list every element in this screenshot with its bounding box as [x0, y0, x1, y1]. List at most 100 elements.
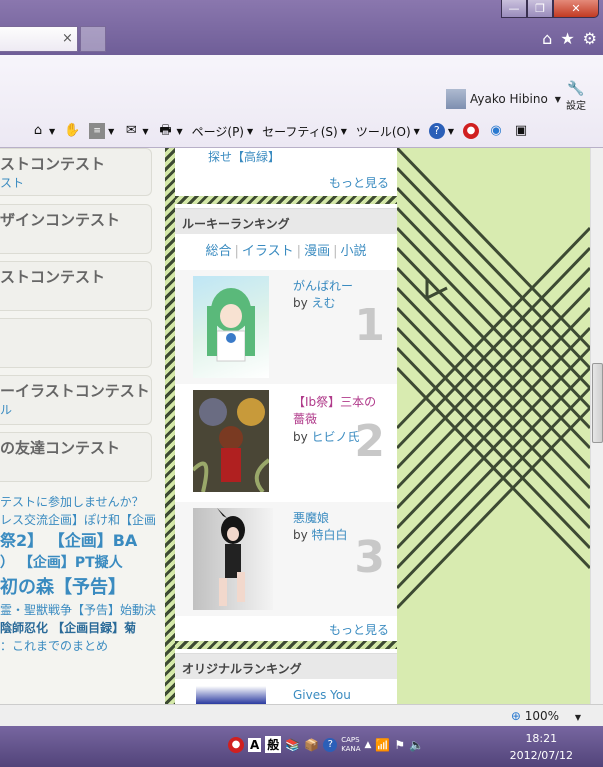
date: 2012/07/12: [509, 748, 573, 762]
volume-icon[interactable]: 🔈: [409, 738, 424, 752]
more-link[interactable]: もっと見る: [175, 621, 389, 638]
contest-title[interactable]: ザインコンテスト: [0, 209, 151, 230]
artwork-thumbnail[interactable]: [191, 390, 271, 494]
vertical-scrollbar[interactable]: [590, 148, 603, 704]
contest-title[interactable]: ーイラストコンテスト: [0, 380, 151, 401]
addon-button-3[interactable]: ▣: [513, 123, 529, 139]
browser-actions: ⌂ ★ ⚙: [542, 29, 597, 48]
by-label: by: [293, 296, 308, 311]
pan-button[interactable]: ✋: [64, 123, 80, 139]
home-icon: ⌂: [33, 123, 43, 138]
home-icon[interactable]: ⌂: [542, 29, 552, 48]
addon-button-2[interactable]: ◉: [488, 123, 504, 139]
user-menu[interactable]: Ayako Hibino ▼: [446, 89, 561, 109]
artwork-thumbnail[interactable]: [196, 686, 266, 704]
ime-mode[interactable]: 般: [265, 736, 282, 753]
more-link[interactable]: もっと見る: [175, 174, 389, 191]
author-link[interactable]: 特白白: [312, 528, 348, 542]
help-icon[interactable]: ?: [323, 737, 338, 752]
contest-title[interactable]: ストコンテスト: [0, 153, 151, 174]
addon-red-icon: ●: [462, 123, 479, 139]
contest-card[interactable]: ーイラストコンテスト ル: [0, 375, 152, 425]
tab-close-icon[interactable]: ×: [62, 31, 73, 46]
background-pattern: [395, 148, 590, 704]
caps-kana-indicator: CAPS KANA: [341, 736, 361, 753]
artwork-title[interactable]: がんばれー: [293, 278, 383, 295]
tag-link[interactable]: ） 【企画】PT擬人: [0, 553, 160, 574]
ranking-item[interactable]: がんばれー by えむ 1: [175, 270, 397, 384]
zoom-control[interactable]: ⊕ 100% ▼: [511, 709, 581, 723]
chevron-up-icon[interactable]: ▲: [365, 740, 372, 750]
close-window-button[interactable]: ✕: [553, 0, 599, 18]
diamond-pattern-graphic: [395, 148, 590, 610]
artwork-thumbnail[interactable]: [193, 276, 269, 378]
minimize-button[interactable]: —: [501, 0, 527, 18]
favorites-star-icon[interactable]: ★: [560, 29, 574, 48]
print-button[interactable]: 🖶 ▼: [157, 123, 182, 139]
contest-title[interactable]: の友達コンテスト: [0, 437, 151, 458]
tag-link[interactable]: テストに参加しませんか？: [0, 493, 160, 511]
contest-card[interactable]: ザインコンテスト: [0, 204, 152, 254]
tag-link[interactable]: レス交流企画】ぽけ和【企画: [0, 511, 160, 529]
zoom-level: 100%: [524, 709, 560, 723]
ime-tool-icon[interactable]: 📚: [285, 738, 300, 752]
addon-button-1[interactable]: ●: [462, 123, 479, 139]
mail-icon: ✉: [125, 123, 137, 138]
flag-icon[interactable]: ⚑: [394, 738, 405, 752]
top-link[interactable]: 探せ【高緑】: [208, 148, 280, 165]
windows-taskbar: ● A 般 📚 📦 ? CAPS KANA ▲ 📶 ⚑ 🔈 18:21 2012/…: [0, 726, 603, 767]
author-link[interactable]: ヒビノ氏: [312, 430, 360, 444]
tab-all[interactable]: 総合: [206, 244, 232, 259]
tag-link[interactable]: 祭2】 【企画】BA: [0, 529, 160, 553]
tab-manga[interactable]: 漫画: [304, 244, 330, 259]
contest-sub[interactable]: ル: [0, 401, 151, 418]
ranking-item[interactable]: 【Ib祭】三本の薔薇 by ヒビノ氏 2: [175, 386, 397, 500]
signal-icon[interactable]: 📶: [375, 738, 390, 752]
contest-title[interactable]: ストコンテスト: [0, 266, 151, 287]
settings-button[interactable]: 🔧 設定: [566, 81, 586, 112]
ranking-item[interactable]: 悪魔娘 by 特白白 3: [175, 502, 397, 616]
help-button[interactable]: ? ▼: [428, 123, 454, 139]
chevron-down-icon: ▼: [554, 94, 561, 104]
tools-menu[interactable]: ツール(O) ▼: [356, 123, 420, 140]
tag-link[interactable]: 初の森【予告】: [0, 574, 160, 601]
safety-menu[interactable]: セーフティ(S) ▼: [262, 123, 347, 140]
page-menu[interactable]: ページ(P) ▼: [192, 123, 254, 140]
stripe-divider: [165, 148, 175, 704]
artwork-title[interactable]: 悪魔娘: [293, 510, 383, 527]
maximize-button[interactable]: ❐: [527, 0, 553, 18]
tag-link[interactable]: 陰師忍化 【企画目録】菊: [0, 619, 160, 637]
tab-novel[interactable]: 小説: [340, 244, 366, 259]
rookie-ranking-header: ルーキーランキング: [175, 208, 397, 234]
new-tab-button[interactable]: [80, 26, 106, 52]
help-icon: ?: [428, 123, 445, 139]
settings-label: 設定: [566, 101, 586, 112]
artwork-title[interactable]: Gives You: [293, 688, 351, 702]
artwork-thumbnail[interactable]: [193, 508, 273, 610]
ime-mode[interactable]: A: [248, 737, 262, 752]
contest-card[interactable]: ストコンテスト: [0, 261, 152, 311]
ime-pad-icon[interactable]: 📦: [304, 738, 319, 752]
author-link[interactable]: えむ: [312, 296, 336, 310]
artwork-thumbnail-image: [191, 390, 271, 494]
addon-globe-icon: ◉: [490, 123, 502, 138]
tag-link[interactable]: 霊・聖獣戦争【予告】始動決: [0, 601, 160, 619]
window-controls: — ❐ ✕: [501, 0, 599, 18]
tray-app-icon[interactable]: ●: [228, 736, 244, 753]
left-column: ストコンテスト スト ザインコンテスト ストコンテスト ーイラストコンテスト ル…: [0, 148, 165, 704]
tab-illust[interactable]: イラスト: [242, 244, 294, 259]
time: 18:21: [525, 732, 558, 745]
home-button[interactable]: ⌂ ▼: [30, 123, 55, 139]
zoom-icon: ⊕: [510, 709, 521, 723]
contest-sub[interactable]: スト: [0, 174, 151, 191]
contest-card[interactable]: ストコンテスト スト: [0, 148, 152, 196]
contest-card[interactable]: の友達コンテスト: [0, 432, 152, 482]
clock[interactable]: 18:21 2012/07/12: [510, 731, 573, 764]
scrollbar-thumb[interactable]: [592, 363, 603, 443]
artwork-thumbnail-image: [207, 288, 255, 362]
tag-link[interactable]: ：これまでのまとめ: [0, 637, 160, 655]
contest-card[interactable]: [0, 318, 152, 368]
feeds-button[interactable]: ≡ ▼: [89, 123, 114, 139]
mail-button[interactable]: ✉ ▼: [123, 123, 149, 139]
tools-gear-icon[interactable]: ⚙: [583, 29, 597, 48]
